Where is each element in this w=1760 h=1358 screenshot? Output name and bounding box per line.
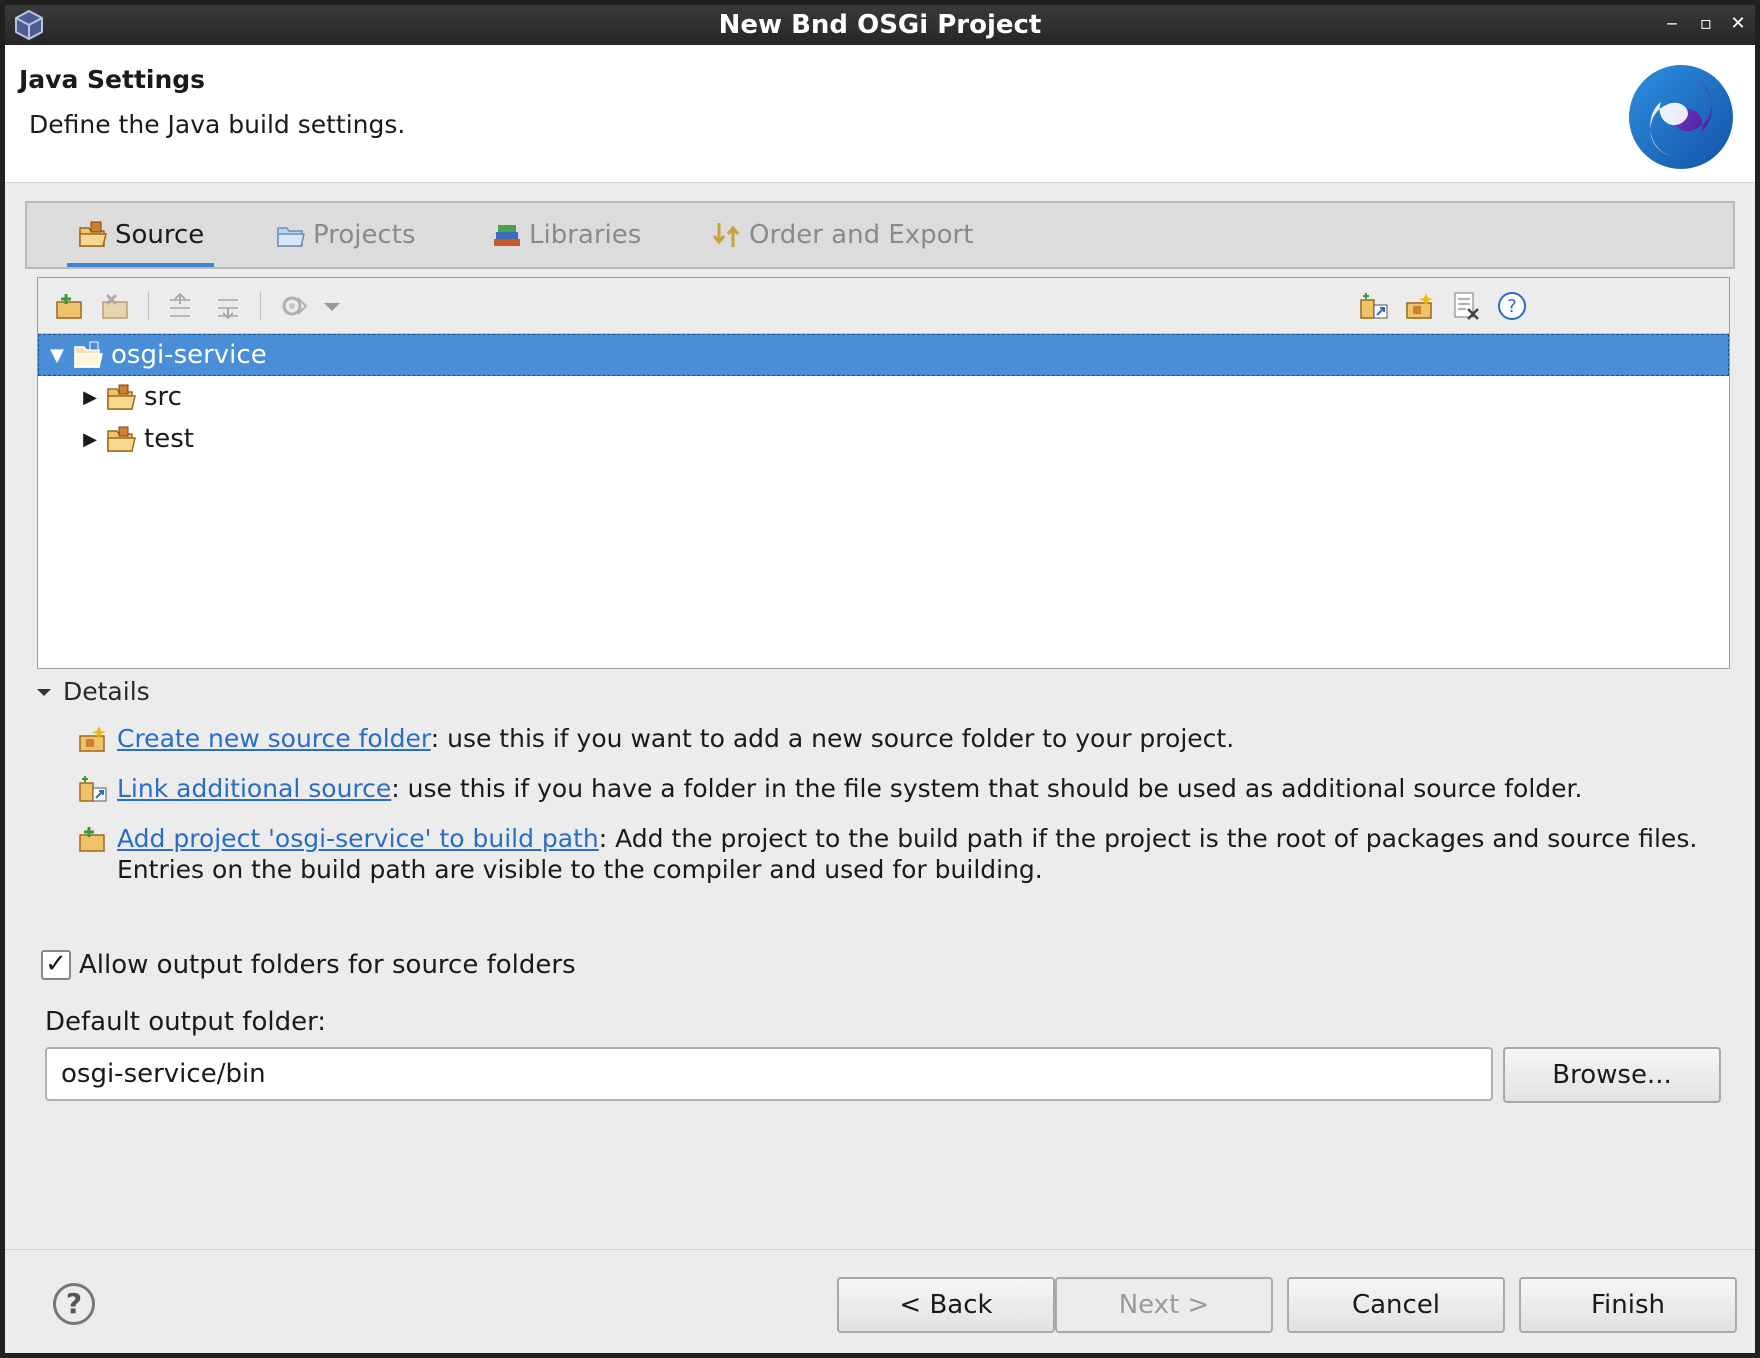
project-folder-icon bbox=[277, 227, 305, 247]
collapsed-arrow-icon[interactable]: ▶ bbox=[78, 385, 102, 409]
create-source-folder-link[interactable]: Create new source folder bbox=[117, 724, 431, 753]
tree-toolbar: ? bbox=[38, 278, 1729, 334]
configure-icon[interactable] bbox=[278, 290, 310, 322]
dialog-window: New Bnd OSGi Project ‒ ▫ ✕ Java Settings… bbox=[0, 0, 1760, 1358]
svg-text:?: ? bbox=[1507, 296, 1517, 317]
tree-label-src: src bbox=[144, 382, 182, 412]
page-description: Define the Java build settings. bbox=[29, 110, 406, 139]
source-tree: ▼ osgi-service ▶ src ▶ test bbox=[38, 334, 1729, 460]
cancel-button[interactable]: Cancel bbox=[1287, 1277, 1505, 1333]
tree-row-test[interactable]: ▶ test bbox=[38, 418, 1729, 460]
new-source-folder-icon[interactable] bbox=[1404, 290, 1436, 322]
new-source-folder-icon bbox=[79, 726, 106, 752]
details-toggle[interactable]: Details bbox=[35, 677, 1735, 706]
chevron-down-icon[interactable] bbox=[320, 290, 344, 322]
details-text-create: Create new source folder: use this if yo… bbox=[117, 724, 1235, 753]
help-icon[interactable]: ? bbox=[53, 1283, 95, 1325]
tab-bar: Source Projects Libraries Order and Expo… bbox=[25, 201, 1735, 269]
chevron-down-icon bbox=[37, 688, 51, 696]
tab-libraries-label: Libraries bbox=[529, 220, 642, 250]
title-bar: New Bnd OSGi Project ‒ ▫ ✕ bbox=[5, 5, 1755, 45]
remove-folder-icon[interactable] bbox=[100, 290, 132, 322]
tab-projects[interactable]: Projects bbox=[265, 203, 426, 267]
details-heading: Details bbox=[63, 677, 150, 706]
details-text-link: Link additional source: use this if you … bbox=[117, 774, 1583, 803]
tab-source[interactable]: Source bbox=[67, 203, 215, 267]
footer-separator bbox=[5, 1249, 1755, 1250]
tree-label-test: test bbox=[144, 424, 194, 454]
window-title: New Bnd OSGi Project bbox=[718, 10, 1042, 40]
tab-libraries[interactable]: Libraries bbox=[481, 203, 651, 267]
link-additional-source-link[interactable]: Link additional source bbox=[117, 774, 391, 803]
tab-order-export[interactable]: Order and Export bbox=[701, 203, 983, 267]
details-item-link: Link additional source: use this if you … bbox=[77, 773, 1717, 805]
help-icon[interactable]: ? bbox=[1496, 290, 1528, 322]
add-folder-icon bbox=[79, 827, 105, 852]
wizard-header: Java Settings Define the Java build sett… bbox=[5, 45, 1755, 183]
toolbar-separator bbox=[148, 292, 149, 320]
default-output-folder-label: Default output folder: bbox=[45, 1007, 327, 1037]
default-output-folder-input[interactable]: osgi-service/bin bbox=[45, 1047, 1493, 1101]
allow-output-folders-checkbox[interactable]: ✓ bbox=[41, 950, 71, 980]
details-item-create: Create new source folder: use this if yo… bbox=[77, 723, 1717, 755]
move-up-icon[interactable] bbox=[164, 290, 196, 322]
page-title: Java Settings bbox=[19, 65, 206, 94]
bnd-logo-icon bbox=[1629, 65, 1733, 169]
collapsed-arrow-icon[interactable]: ▶ bbox=[78, 427, 102, 451]
source-folder-icon bbox=[107, 384, 136, 410]
tree-row-project[interactable]: ▼ osgi-service bbox=[38, 334, 1729, 376]
remove-entry-icon[interactable] bbox=[1450, 290, 1482, 322]
order-export-icon bbox=[712, 223, 740, 247]
tab-source-label: Source bbox=[115, 220, 205, 250]
tab-projects-label: Projects bbox=[313, 220, 416, 250]
details-text-add-project: Add project 'osgi-service' to build path… bbox=[117, 824, 1698, 884]
maximize-button[interactable]: ▫ bbox=[1693, 11, 1719, 37]
details-section: Details Create new source folder: use th… bbox=[35, 677, 1735, 884]
tree-label-project: osgi-service bbox=[111, 340, 267, 370]
add-folder-icon[interactable] bbox=[54, 290, 86, 322]
project-folder-icon bbox=[74, 341, 103, 368]
details-item-add-project: Add project 'osgi-service' to build path… bbox=[77, 823, 1717, 885]
allow-output-folders-row[interactable]: ✓ Allow output folders for source folder… bbox=[41, 950, 576, 980]
tab-order-export-label: Order and Export bbox=[749, 220, 974, 250]
move-down-icon[interactable] bbox=[212, 290, 244, 322]
link-source-icon bbox=[79, 776, 107, 802]
link-source-icon[interactable] bbox=[1358, 290, 1390, 322]
add-project-to-build-path-link[interactable]: Add project 'osgi-service' to build path bbox=[117, 824, 599, 853]
finish-button[interactable]: Finish bbox=[1519, 1277, 1737, 1333]
source-tree-panel: ? ▼ osgi-service ▶ src ▶ test bbox=[37, 277, 1730, 669]
minimize-button[interactable]: ‒ bbox=[1659, 11, 1685, 37]
close-button[interactable]: ✕ bbox=[1725, 11, 1751, 37]
tree-row-src[interactable]: ▶ src bbox=[38, 376, 1729, 418]
allow-output-folders-label: Allow output folders for source folders bbox=[79, 950, 576, 980]
expanded-arrow-icon[interactable]: ▼ bbox=[45, 343, 69, 367]
source-folder-icon bbox=[107, 426, 136, 452]
libraries-icon bbox=[494, 225, 520, 246]
next-button[interactable]: Next > bbox=[1055, 1277, 1273, 1333]
back-button[interactable]: < Back bbox=[837, 1277, 1055, 1333]
browse-button[interactable]: Browse... bbox=[1503, 1047, 1721, 1103]
toolbar-separator bbox=[260, 292, 261, 320]
source-folder-icon bbox=[79, 221, 107, 247]
